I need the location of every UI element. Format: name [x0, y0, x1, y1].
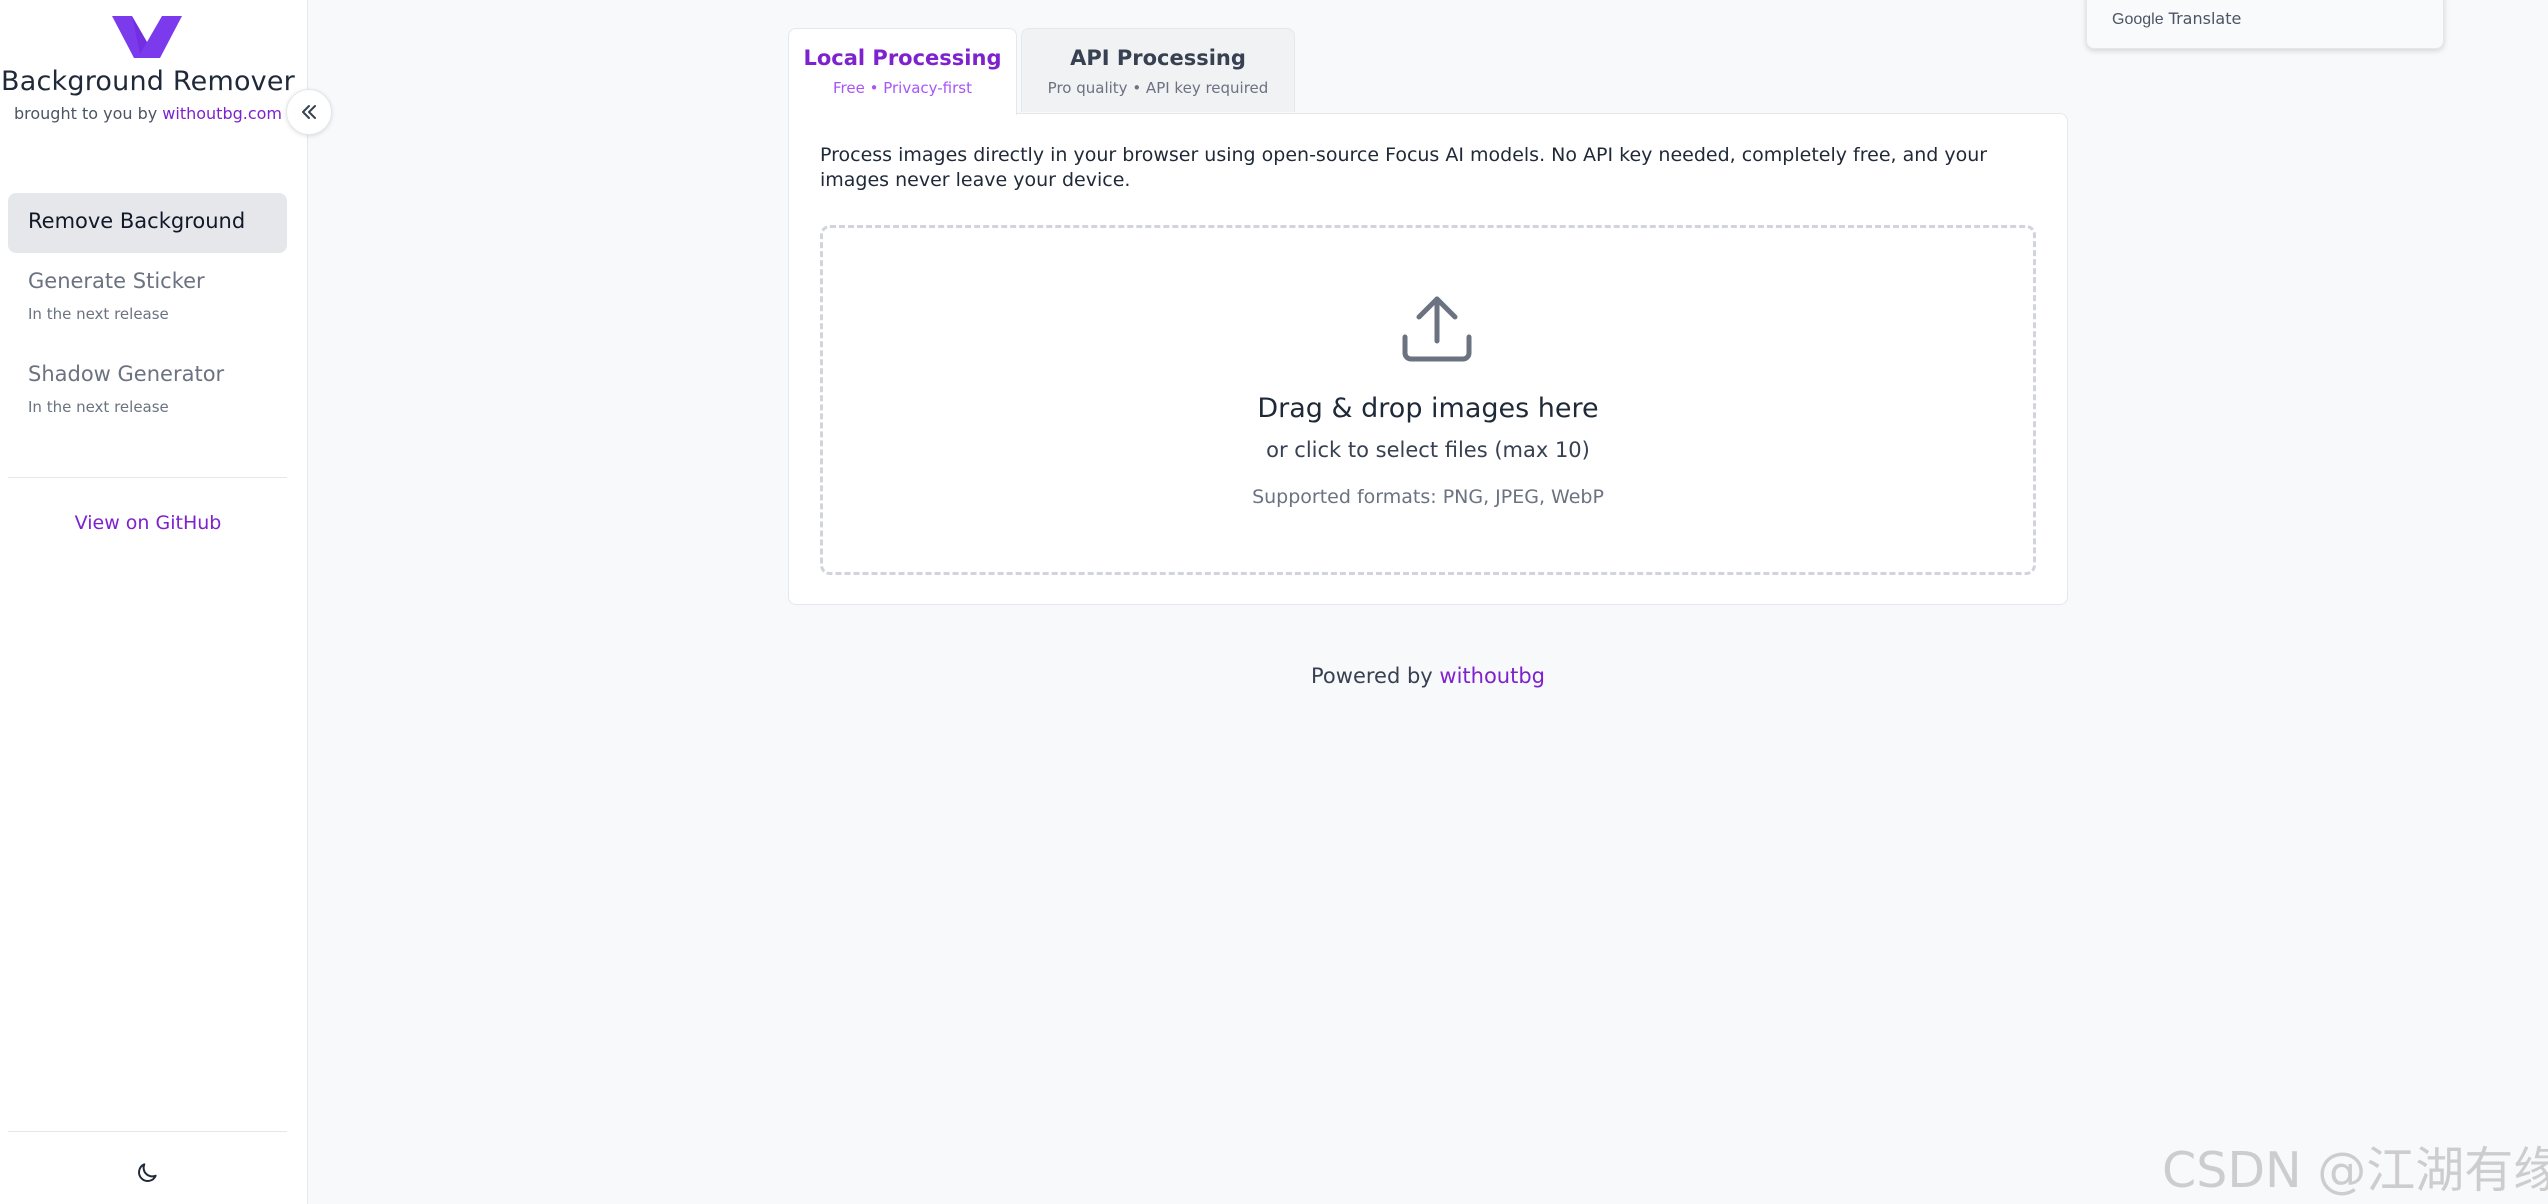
local-processing-panel: Process images directly in your browser … [788, 113, 2068, 605]
sidebar-item-label: Generate Sticker [28, 269, 205, 293]
tab-title: API Processing [1070, 46, 1246, 70]
sidebar-item-remove-background[interactable]: Remove Background [8, 193, 287, 253]
sidebar-item-label: Shadow Generator [28, 362, 225, 386]
dropzone-title: Drag & drop images here [1257, 393, 1599, 424]
app-title: Background Remover [1, 66, 295, 97]
image-dropzone[interactable]: Drag & drop images here or click to sele… [820, 225, 2036, 575]
sidebar-bottom-divider [8, 1131, 287, 1132]
sidebar-nav: Remove Background Generate Sticker In th… [8, 193, 287, 449]
tab-subtitle: Pro quality • API key required [1047, 79, 1269, 97]
double-chevron-left-icon [302, 105, 316, 119]
tab-subtitle: Free • Privacy-first [833, 79, 972, 97]
csdn-watermark: CSDN @江湖有缘 [2162, 1142, 2548, 1199]
sidebar-item-note: In the next release [28, 305, 169, 323]
footer: Powered by withoutbg [788, 664, 2068, 688]
sidebar-item-shadow-generator[interactable]: Shadow Generator In the next release [8, 356, 287, 438]
withoutbg-site-link[interactable]: withoutbg.com [162, 104, 282, 123]
tab-local-processing[interactable]: Local Processing Free • Privacy-first [788, 28, 1017, 115]
withoutbg-link[interactable]: withoutbg [1439, 664, 1545, 688]
dropzone-subtitle: or click to select files (max 10) [1266, 438, 1590, 462]
panel-description: Process images directly in your browser … [820, 144, 1988, 191]
sidebar-item-generate-sticker[interactable]: Generate Sticker In the next release [8, 263, 287, 345]
google-brand-text: Google [2112, 11, 2164, 28]
translate-text: Translate [2163, 9, 2242, 28]
sidebar-divider [8, 477, 287, 478]
tab-title: Local Processing [803, 46, 1002, 70]
logo-icon [112, 16, 182, 58]
collapse-sidebar-button[interactable] [286, 89, 332, 135]
sidebar: Background Remover brought to you by wit… [0, 0, 332, 1204]
brand-subtitle-prefix: brought to you by [13, 104, 163, 123]
moon-icon[interactable] [134, 1160, 160, 1186]
dropzone-formats: Supported formats: PNG, JPEG, WebP [1252, 486, 1604, 508]
google-translate-widget[interactable]: Google Translate [2086, 0, 2444, 49]
sidebar-item-note: In the next release [28, 398, 169, 416]
sidebar-item-label: Remove Background [28, 209, 246, 233]
footer-prefix: Powered by [1311, 664, 1440, 688]
tab-api-processing[interactable]: API Processing Pro quality • API key req… [1021, 28, 1295, 112]
upload-icon [1402, 296, 1472, 362]
google-translate-label: Google Translate [2112, 9, 2241, 29]
brand-subtitle: brought to you by withoutbg.com [0, 104, 296, 123]
github-link[interactable]: View on GitHub [0, 512, 296, 534]
